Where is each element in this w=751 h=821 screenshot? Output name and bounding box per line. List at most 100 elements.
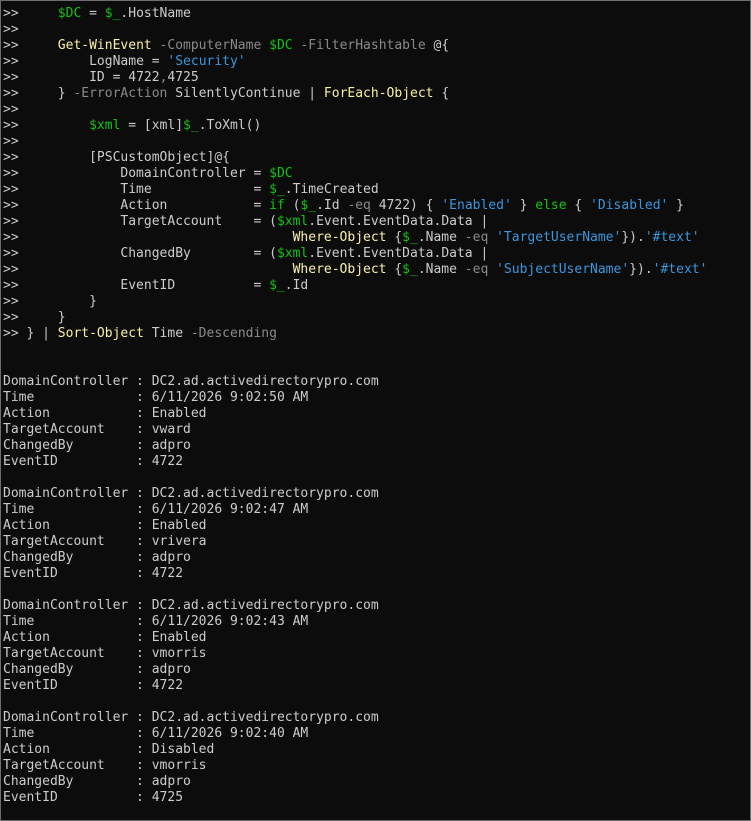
- code-line: >> Where-Object {$_.Name -eq 'TargetUser…: [3, 230, 748, 246]
- prompt-marker: >>: [3, 310, 19, 325]
- field-separator: :: [128, 566, 152, 581]
- field-label: EventID: [3, 454, 129, 469]
- prompt-marker: >>: [3, 326, 19, 341]
- prompt-marker: >>: [3, 86, 19, 101]
- code-token: $_: [269, 278, 285, 293]
- field-label: ChangedBy: [3, 774, 129, 789]
- code-token: @{: [433, 38, 450, 53]
- code-line: >> $DC = $_.HostName: [3, 6, 748, 22]
- prompt-marker: >>: [3, 182, 19, 197]
- output-line: DomainController : DC2.ad.activedirector…: [3, 486, 748, 502]
- code-line: >>: [3, 134, 748, 150]
- code-line: >> [PSCustomObject]@{: [3, 150, 748, 166]
- output-line: EventID : 4722: [3, 566, 748, 582]
- field-value: 6/11/2026 9:02:40 AM: [151, 726, 309, 741]
- field-separator: :: [128, 390, 152, 405]
- field-label: Action: [3, 406, 129, 421]
- code-token: DomainController =: [120, 166, 270, 181]
- field-label: ChangedBy: [3, 438, 129, 453]
- output-line: TargetAccount : vmorris: [3, 758, 748, 774]
- output-line: Time : 6/11/2026 9:02:43 AM: [3, 614, 748, 630]
- terminal-window[interactable]: >> $DC = $_.HostName >> >> Get-WinEvent -C…: [0, 0, 751, 821]
- code-token: .Id: [284, 278, 309, 293]
- code-token: Action =: [120, 198, 270, 213]
- code-token: $_: [104, 6, 121, 21]
- field-separator: :: [128, 774, 152, 789]
- field-separator: :: [128, 614, 152, 629]
- code-token: (: [284, 198, 301, 213]
- prompt-marker: >>: [3, 198, 19, 213]
- code-token: } |: [26, 326, 58, 341]
- field-value: DC2.ad.activedirectorypro.com: [151, 374, 379, 389]
- code-token: SilentlyContinue |: [175, 86, 324, 101]
- field-value: Enabled: [151, 630, 207, 645]
- output-line: Action : Enabled: [3, 518, 748, 534]
- code-line: >> } | Sort-Object Time -Descending: [3, 326, 748, 342]
- output-line: ChangedBy : adpro: [3, 662, 748, 678]
- code-token: 'Security': [167, 54, 246, 69]
- field-separator: :: [128, 790, 152, 805]
- field-label: EventID: [3, 566, 129, 581]
- code-line: >> Get-WinEvent -ComputerName $DC -Filte…: [3, 38, 748, 54]
- code-token: 'TargetUserName': [496, 230, 622, 245]
- code-token: .Name: [417, 262, 465, 277]
- prompt-marker: >>: [3, 54, 19, 69]
- code-token: Where-Object: [292, 262, 387, 277]
- code-token: {: [433, 86, 450, 101]
- output-line: EventID : 4722: [3, 454, 748, 470]
- code-line: >> } -ErrorAction SilentlyContinue | For…: [3, 86, 748, 102]
- field-label: ChangedBy: [3, 662, 129, 677]
- code-token: 4725: [167, 70, 199, 85]
- code-token: TargetAccount = (: [120, 214, 277, 229]
- code-token: $xml: [276, 214, 309, 229]
- code-token: }: [511, 198, 536, 213]
- terminal-buffer[interactable]: >> $DC = $_.HostName >> >> Get-WinEvent -C…: [3, 6, 748, 806]
- code-line: >> TargetAccount = ($xml.Event.EventData…: [3, 214, 748, 230]
- code-token: $xml: [89, 118, 121, 133]
- code-token: -ErrorAction: [73, 86, 176, 101]
- field-label: Time: [3, 390, 129, 405]
- field-separator: :: [128, 678, 152, 693]
- field-value: 4722: [151, 454, 184, 469]
- field-separator: :: [128, 438, 152, 453]
- code-line: >> ID = 4722,4725: [3, 70, 748, 86]
- code-token: .Event.EventData.Data |: [308, 214, 489, 229]
- code-token: $_: [269, 182, 285, 197]
- code-token: 4722) {: [370, 198, 442, 213]
- code-token: -Descending: [190, 326, 277, 341]
- field-label: TargetAccount: [3, 422, 129, 437]
- code-token: Where-Object: [292, 230, 387, 245]
- code-line: >> }: [3, 310, 748, 326]
- code-token: .Name: [417, 230, 465, 245]
- code-token: -FilterHashtable: [292, 38, 434, 53]
- code-token: Time: [143, 326, 191, 341]
- prompt-marker: >>: [3, 6, 19, 21]
- field-value: adpro: [151, 438, 191, 453]
- field-value: 4722: [151, 566, 184, 581]
- prompt-marker: >>: [3, 38, 19, 53]
- code-token: $_: [402, 262, 418, 277]
- code-token: .TimeCreated: [284, 182, 379, 197]
- code-line: >> $xml = [xml]$_.ToXml(): [3, 118, 748, 134]
- code-token: -eq: [464, 262, 489, 277]
- field-label: Time: [3, 502, 129, 517]
- code-token: .Event.EventData.Data |: [308, 246, 489, 261]
- field-separator: :: [128, 502, 152, 517]
- code-line: >> Where-Object {$_.Name -eq 'SubjectUse…: [3, 262, 748, 278]
- field-value: vrivera: [151, 534, 207, 549]
- field-label: Time: [3, 614, 129, 629]
- output-line: DomainController : DC2.ad.activedirector…: [3, 598, 748, 614]
- code-token: .Id: [316, 198, 348, 213]
- code-token: Time =: [120, 182, 270, 197]
- field-label: Action: [3, 742, 129, 757]
